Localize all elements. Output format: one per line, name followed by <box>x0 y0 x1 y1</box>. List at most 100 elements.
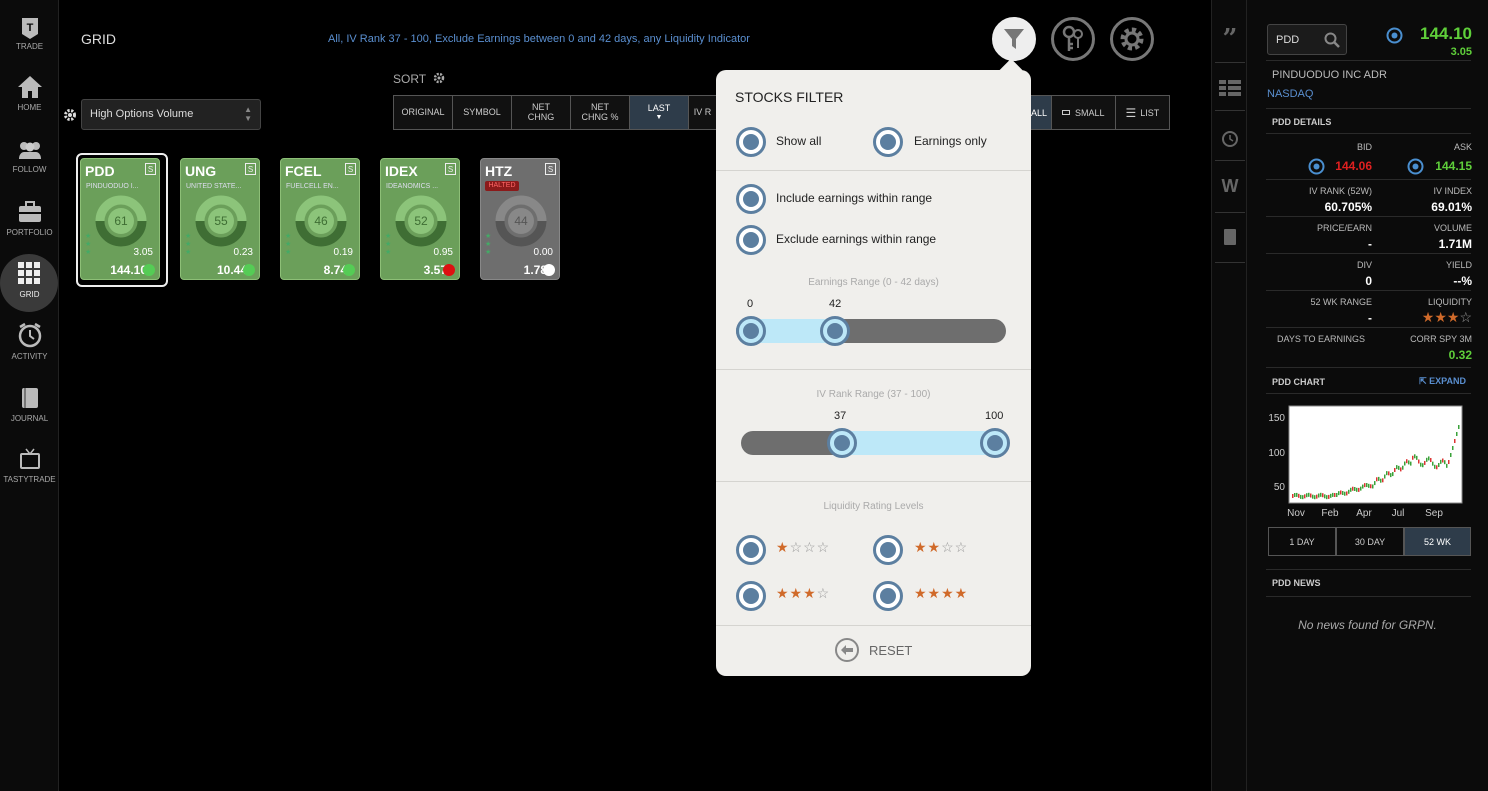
tile-s-badge[interactable]: S <box>245 163 256 175</box>
trade-icon: T <box>21 18 38 39</box>
grid-tile-ung[interactable]: UNG S UNITED STATE... 55 ★ ★ ★ 0.23 10.44 <box>180 158 260 280</box>
view-bar: ALL SMALL ☰ LIST <box>1020 95 1171 130</box>
liquidity-2-radio[interactable] <box>873 535 903 565</box>
earnings-only-label[interactable]: Earnings only <box>914 134 987 148</box>
chart-candle <box>1368 483 1370 488</box>
sort-ivr[interactable]: IV R <box>689 96 716 129</box>
ivr-min-handle[interactable] <box>827 428 857 458</box>
yield-label: YIELD <box>1445 260 1472 270</box>
filter-button[interactable] <box>992 17 1036 61</box>
grid-tile-htz[interactable]: HTZ S HALTED 44 ★ ★ ★ 0.00 1.78 <box>480 158 560 280</box>
range-1-day[interactable]: 1 DAY <box>1268 527 1336 556</box>
chart-candle <box>1310 493 1312 498</box>
chart-candle <box>1362 484 1364 489</box>
nav-portfolio[interactable]: PORTFOLIO <box>0 200 59 258</box>
earnings-min-value: 0 <box>747 298 754 310</box>
liquidity-3-radio[interactable] <box>736 581 766 611</box>
nav-home[interactable]: HOME <box>0 74 59 132</box>
tile-s-badge[interactable]: S <box>445 163 456 175</box>
earnings-max-handle[interactable] <box>820 316 850 346</box>
watchlist-select[interactable]: High Options Volume ▲ ▼ <box>81 99 261 130</box>
liquidity-3-stars[interactable]: ★★★☆ <box>776 585 830 602</box>
grid-tile-idex[interactable]: IDEX S IDEANOMICS ... 52 ★ ★ ★ 0.95 3.57 <box>380 158 460 280</box>
earnings-range-label: Earnings Range (0 - 42 days) <box>808 277 939 288</box>
range-52-wk[interactable]: 52 WK <box>1404 527 1471 556</box>
grid-tile-fcel[interactable]: FCEL S FUELCELL EN... 46 ★ ★ ★ 0.19 8.74 <box>280 158 360 280</box>
range-value: - <box>1368 311 1372 325</box>
tile-s-badge[interactable]: S <box>345 163 356 175</box>
reset-button[interactable]: RESET <box>834 637 912 663</box>
sort-gear-icon[interactable] <box>433 72 445 84</box>
filter-summary[interactable]: All, IV Rank 37 - 100, Exclude Earnings … <box>328 33 750 45</box>
quote-panel: PDD 144.10 3.05 PINDUODUO INC ADR NASDAQ… <box>1247 0 1488 791</box>
nav-follow[interactable]: FOLLOW <box>0 140 59 198</box>
keys-button[interactable] <box>1051 17 1095 61</box>
quote-icon[interactable]: ” <box>1212 24 1248 54</box>
tile-name: FUELCELL EN... <box>286 183 339 190</box>
chart-y-tick: 150 <box>1268 413 1285 424</box>
search-icon[interactable] <box>1324 32 1340 48</box>
liquidity-4-radio[interactable] <box>873 581 903 611</box>
svg-text:T: T <box>26 22 33 34</box>
expand-button[interactable]: ⇱ EXPAND <box>1419 376 1466 387</box>
sort-original[interactable]: ORIGINAL <box>394 96 453 129</box>
chart-y-tick: 100 <box>1268 448 1285 459</box>
range-30-day[interactable]: 30 DAY <box>1336 527 1404 556</box>
tile-symbol: PDD <box>85 163 115 179</box>
chart-candle <box>1430 458 1432 463</box>
nav-grid[interactable]: GRID <box>0 254 59 312</box>
div-label: DIV <box>1356 260 1372 270</box>
exclude-earnings-radio[interactable] <box>736 225 766 255</box>
chart-candle <box>1390 473 1392 478</box>
nav-journal[interactable]: JOURNAL <box>0 386 59 444</box>
chart-candle <box>1372 484 1374 489</box>
chart-candle <box>1374 481 1376 486</box>
liquidity-4-stars[interactable]: ★★★★ <box>914 585 968 602</box>
alarm-icon[interactable] <box>1212 128 1248 153</box>
exclude-earnings-label[interactable]: Exclude earnings within range <box>776 232 936 246</box>
liquidity-1-stars[interactable]: ★☆☆☆ <box>776 539 830 556</box>
liquidity-1-radio[interactable] <box>736 535 766 565</box>
symbol-input[interactable]: PDD <box>1276 34 1299 46</box>
grid-tile-pdd[interactable]: PDD S PINDUODUO I... 61 ★ ★ ★ 3.05 144.10 <box>80 158 160 280</box>
news-header: PDD NEWS <box>1272 578 1321 588</box>
chart-candle <box>1352 486 1354 491</box>
sort-last[interactable]: LAST ▼ <box>630 96 689 129</box>
notebook-icon[interactable] <box>1212 228 1248 251</box>
tile-iv-value: 55 <box>214 214 228 228</box>
nav-activity[interactable]: ACTIVITY <box>0 322 59 380</box>
w-icon[interactable]: W <box>1212 176 1248 197</box>
price-chart[interactable]: 150 100 50 Nov Feb Apr Jul Sep <box>1266 400 1476 522</box>
tile-s-badge[interactable]: S <box>545 163 556 175</box>
liquidity-stars: ★★★☆ <box>1421 309 1472 325</box>
include-earnings-label[interactable]: Include earnings within range <box>776 191 932 205</box>
earnings-min-handle[interactable] <box>736 316 766 346</box>
chart-candle <box>1314 495 1316 500</box>
tile-change: 3.05 <box>133 247 153 258</box>
view-small[interactable]: SMALL <box>1052 96 1116 129</box>
chart-candle <box>1414 454 1416 459</box>
nav-trade[interactable]: T TRADE <box>0 14 59 72</box>
earnings-only-radio[interactable] <box>873 127 903 157</box>
exchange-link[interactable]: NASDAQ <box>1267 88 1313 100</box>
settings-button[interactable] <box>1110 17 1154 61</box>
watchlist-gear-icon[interactable] <box>63 108 77 122</box>
iv-gauge: 52 <box>395 195 447 247</box>
chart-x-tick: Nov <box>1287 508 1305 519</box>
sort-symbol[interactable]: SYMBOL <box>453 96 512 129</box>
sort-net-chng[interactable]: NET CHNG <box>512 96 571 129</box>
chart-candle <box>1432 461 1434 466</box>
liquidity-2-stars[interactable]: ★★☆☆ <box>914 539 968 556</box>
view-list[interactable]: ☰ LIST <box>1116 96 1170 129</box>
nav-tastytrade[interactable]: TASTYTRADE <box>0 448 59 506</box>
liquidity-label: Liquidity Rating Levels <box>823 501 924 512</box>
show-all-label[interactable]: Show all <box>776 134 821 148</box>
chart-candle <box>1450 453 1452 457</box>
ivr-max-handle[interactable] <box>980 428 1010 458</box>
symbol-search[interactable]: PDD <box>1267 24 1347 55</box>
table-icon[interactable] <box>1212 80 1248 101</box>
sort-net-chng-pct[interactable]: NET CHNG % <box>571 96 630 129</box>
tile-s-badge[interactable]: S <box>145 163 156 175</box>
show-all-radio[interactable] <box>736 127 766 157</box>
include-earnings-radio[interactable] <box>736 184 766 214</box>
